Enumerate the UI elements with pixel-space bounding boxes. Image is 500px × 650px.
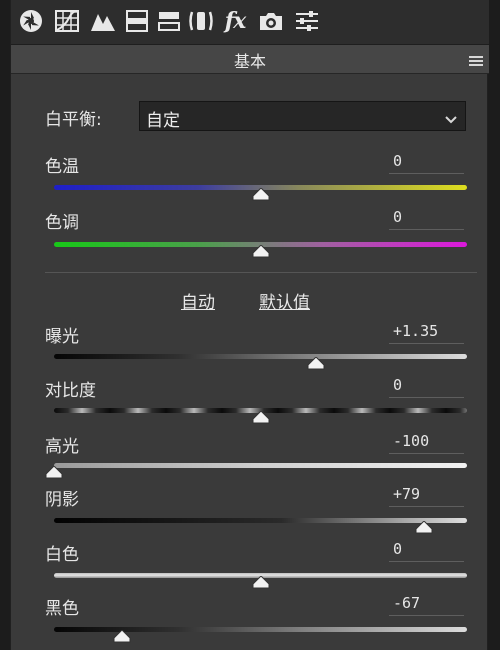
blacks-value[interactable]: -67 (389, 592, 464, 616)
section-divider (45, 272, 477, 273)
temperature-slider-thumb[interactable] (252, 186, 270, 201)
tint-slider-thumb[interactable] (252, 243, 270, 258)
exposure-label: 曝光 (45, 327, 79, 347)
contrast-value[interactable]: 0 (389, 374, 464, 398)
blacks-label: 黑色 (45, 599, 79, 619)
highlights-slider-thumb[interactable] (45, 464, 63, 479)
shadows-slider-thumb[interactable] (415, 519, 433, 534)
shadows-slider-track[interactable] (54, 518, 467, 523)
exposure-value[interactable]: +1.35 (389, 320, 464, 344)
whites-value[interactable]: 0 (389, 538, 464, 562)
white-balance-label: 白平衡: (45, 110, 102, 130)
highlights-slider-track[interactable] (54, 463, 467, 468)
hsl-grid-icon[interactable] (123, 7, 151, 35)
exposure-slider-thumb[interactable] (307, 355, 325, 370)
camera-icon[interactable] (257, 7, 285, 35)
whites-label: 白色 (45, 545, 79, 565)
highlights-label: 高光 (45, 437, 79, 457)
basic-panel: fx 基本 白平衡: 自定 色温 0 色调 0 自动 默认值 曝光 +1.35 … (10, 0, 489, 650)
temperature-value[interactable]: 0 (389, 150, 464, 174)
aperture-icon[interactable] (17, 7, 45, 35)
split-toning-icon[interactable] (155, 7, 183, 35)
white-balance-selected: 自定 (146, 111, 180, 131)
highlights-value[interactable]: -100 (389, 430, 464, 454)
chevron-down-icon (445, 110, 457, 129)
shadows-value[interactable]: +79 (389, 483, 464, 507)
panel-toolbar: fx (11, 0, 489, 45)
section-title: 基本 (233, 52, 266, 71)
auto-button[interactable]: 自动 (181, 288, 215, 313)
contrast-label: 对比度 (45, 381, 96, 401)
tone-curve-grid-icon[interactable] (53, 7, 81, 35)
tint-label: 色调 (45, 213, 79, 233)
exposure-slider-track[interactable] (54, 354, 467, 359)
tint-value[interactable]: 0 (389, 206, 464, 230)
whites-slider-thumb[interactable] (252, 574, 270, 589)
shadows-label: 阴影 (45, 490, 79, 510)
section-header: 基本 (11, 45, 489, 74)
blacks-slider-thumb[interactable] (113, 628, 131, 643)
default-button[interactable]: 默认值 (259, 288, 310, 313)
temperature-label: 色温 (45, 157, 79, 177)
presets-sliders-icon[interactable] (293, 7, 321, 35)
contrast-slider-thumb[interactable] (252, 409, 270, 424)
fx-icon[interactable]: fx (221, 7, 249, 35)
detail-mountains-icon[interactable] (89, 7, 117, 35)
white-balance-select[interactable]: 自定 (139, 101, 466, 131)
lens-correction-icon[interactable] (187, 7, 215, 35)
panel-menu-icon[interactable] (469, 52, 483, 71)
